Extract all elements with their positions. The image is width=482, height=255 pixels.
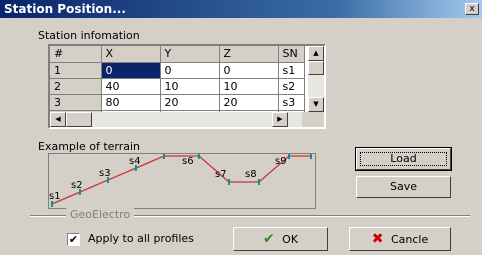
title-bar[interactable]: Station Position... x [0,0,482,18]
terrain-svg: s1 s2 s3 s4 s6 s7 s8 s9 [49,154,312,207]
apply-all-checkbox[interactable]: ✔ [67,233,80,246]
station-label: s8 [245,169,257,180]
close-button[interactable]: x [465,3,479,15]
ok-button[interactable]: ✔ OK [233,227,328,251]
table-cell[interactable]: s3 [278,94,305,111]
scroll-up-button[interactable]: ▲ [308,46,324,61]
column-header[interactable]: Z [219,46,279,63]
column-header[interactable]: X [101,46,161,63]
station-grid[interactable]: # X Y Z SN 1 0 0 0 s1 2 40 10 10 s2 3 80… [48,44,326,129]
table-cell[interactable]: 0 [219,62,279,79]
scroll-left-button[interactable]: ◀ [50,112,66,127]
station-label: s9 [275,156,287,167]
terrain-diagram: s1 s2 s3 s4 s6 s7 s8 s9 [48,153,316,209]
cancel-button[interactable]: ✖ Cancle [349,227,451,251]
station-label: s2 [71,180,83,191]
column-header[interactable]: Y [160,46,220,63]
terrain-label: Example of terrain [38,140,141,153]
station-label: s1 [49,191,61,202]
table-row: 3 80 20 20 s3 [50,94,305,111]
table-cell[interactable]: 40 [101,78,161,95]
table-cell[interactable]: s2 [278,78,305,95]
table-cell[interactable]: 0 [160,62,220,79]
ok-button-label: OK [282,233,299,246]
table-cell[interactable]: 10 [219,78,279,95]
save-button-label: Save [389,180,417,193]
table-cell[interactable]: 20 [219,94,279,111]
table-cell[interactable]: s1 [278,62,305,79]
table-cell[interactable]: 80 [101,94,161,111]
load-button[interactable]: Load [355,147,452,171]
cross-icon: ✖ [371,231,384,247]
scroll-down-button[interactable]: ▼ [308,97,324,112]
station-label: s6 [182,156,194,167]
apply-all-label[interactable]: Apply to all profiles [88,232,194,245]
table-cell[interactable]: 0 [101,62,161,79]
row-header[interactable]: 3 [50,94,102,111]
save-button[interactable]: Save [356,176,451,198]
station-label: s7 [215,169,227,180]
column-header[interactable]: # [50,46,102,63]
row-header[interactable]: 1 [50,62,102,79]
header-row: # X Y Z SN [50,46,305,63]
cancel-button-label: Cancle [390,233,429,246]
column-header[interactable]: SN [278,46,305,63]
vertical-scrollbar[interactable]: ▲ ▼ [308,46,324,112]
station-position-dialog: Station Position... x Station infomation… [0,0,482,255]
table-row: 2 40 10 10 s2 [50,78,305,95]
table-row: 1 0 0 0 s1 [50,62,305,79]
table-cell[interactable]: 20 [160,94,220,111]
row-header[interactable]: 2 [50,78,102,95]
scroll-right-button[interactable]: ▶ [272,112,288,127]
horizontal-scrollbar[interactable]: ◀ ▶ [50,112,306,127]
scroll-corner [302,112,324,127]
vertical-scroll-thumb[interactable] [308,61,324,75]
station-info-label: Station infomation [38,29,140,42]
station-label: s3 [99,168,111,179]
horizontal-scroll-thumb[interactable] [66,112,92,127]
window-title: Station Position... [4,2,126,16]
table-cell[interactable]: 10 [160,78,220,95]
group-label: GeoElectro [66,208,135,221]
focus-rect [360,152,447,166]
station-label: s4 [129,156,141,167]
check-icon: ✔ [262,231,275,247]
